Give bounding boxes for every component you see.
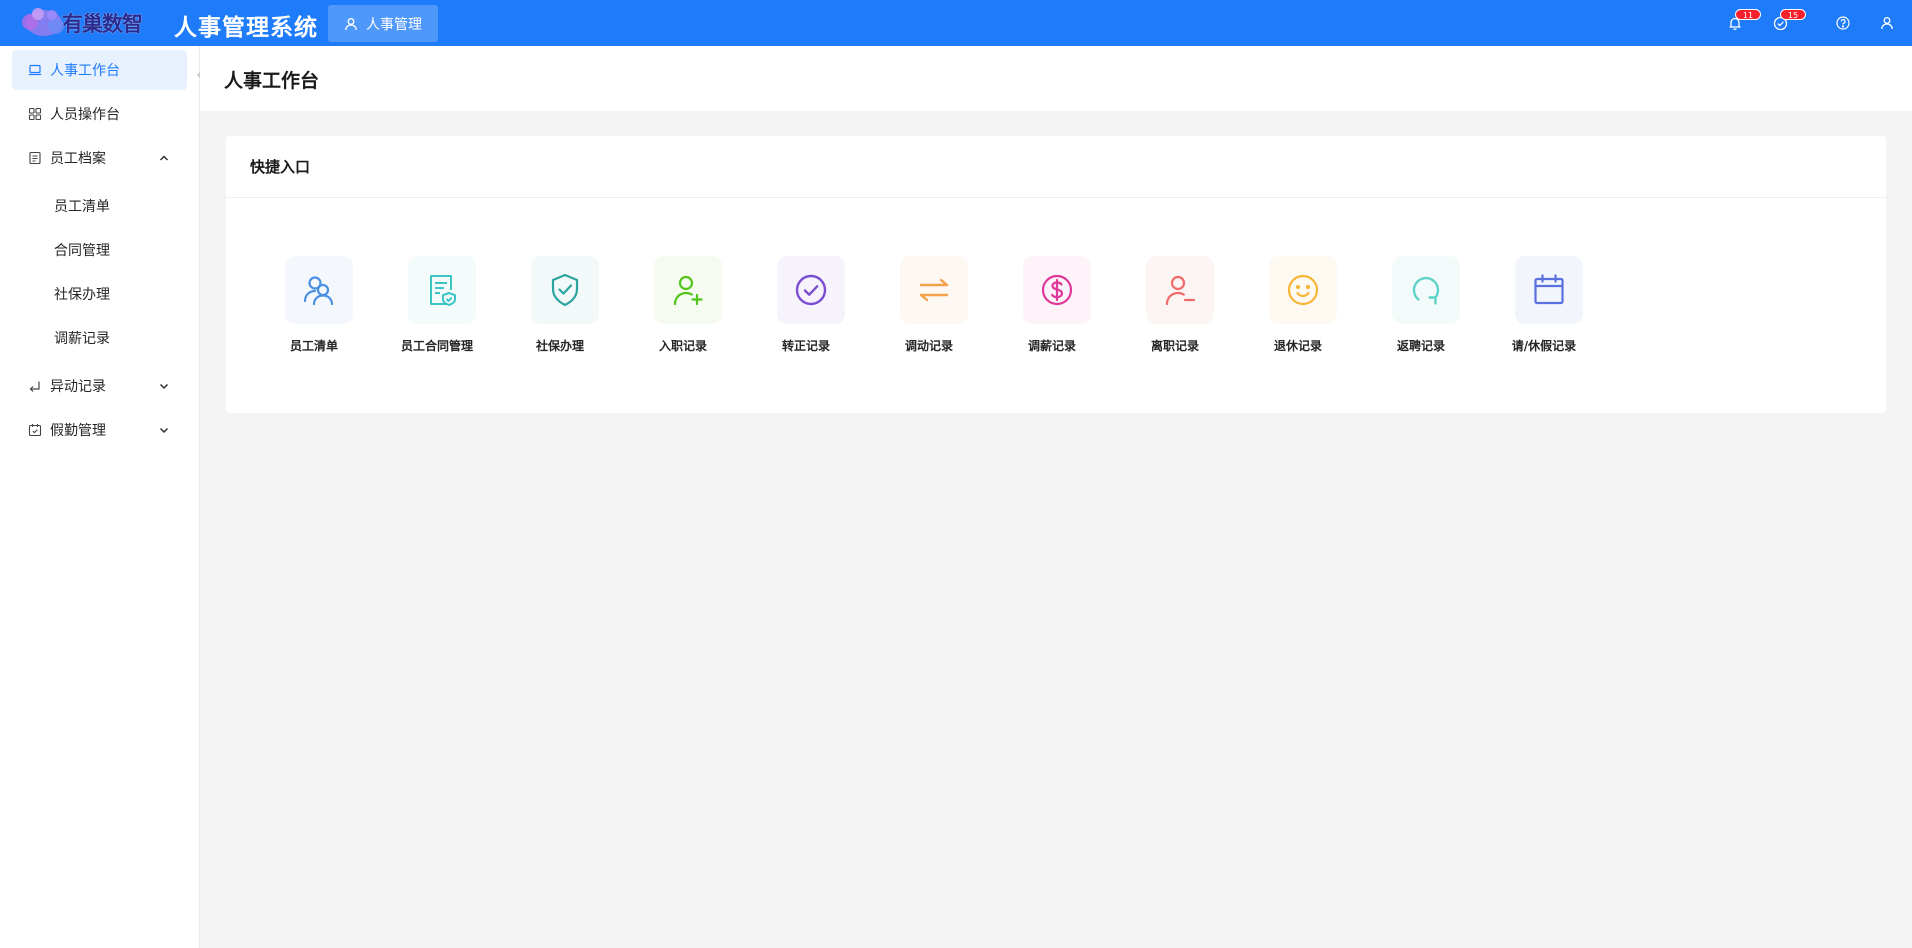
user-remove-icon: [1165, 275, 1196, 306]
sidebar-item-leave-attendance[interactable]: 假勤管理: [12, 410, 187, 450]
shortcut-label: 入职记录: [658, 339, 707, 353]
grid-icon: [28, 107, 42, 121]
shortcut-label: 离职记录: [1150, 339, 1199, 353]
contract-icon: [430, 275, 456, 306]
shortcut-onboarding-records[interactable]: 入职记录: [628, 256, 738, 356]
shortcut-label: 调动记录: [904, 339, 953, 353]
sidebar-item-label: 异动记录: [50, 379, 106, 395]
shortcut-label: 返聘记录: [1396, 339, 1445, 353]
tile: [1392, 256, 1460, 324]
page-header: 人事工作台: [200, 46, 1912, 111]
shield-check-icon: [551, 273, 579, 307]
smile-icon: [1287, 274, 1319, 306]
shortcut-label: 退休记录: [1273, 339, 1322, 353]
notifications-badge: 11: [1735, 9, 1761, 20]
tile: [408, 256, 476, 324]
user-icon: [1881, 17, 1893, 30]
cloud-logo-icon: [14, 2, 70, 44]
refresh-icon: [1412, 276, 1440, 305]
tasks-button[interactable]: 15: [1770, 9, 1806, 33]
sidebar-item-label: 人员操作台: [50, 107, 120, 123]
sidebar-subitem-salary-adjustment[interactable]: 调薪记录: [12, 318, 187, 358]
shortcut-resignation-records[interactable]: 离职记录: [1120, 256, 1230, 356]
module-tab-hr[interactable]: 人事管理: [328, 5, 438, 42]
sidebar-item-employee-files[interactable]: 员工档案: [12, 138, 187, 178]
page-title: 人事工作台: [224, 70, 320, 92]
card-header: 快捷入口: [226, 136, 1886, 198]
system-title: 人事管理系统: [174, 15, 318, 41]
sidebar-item-label: 人事工作台: [50, 63, 120, 79]
sidebar: 人事工作台 人员操作台 员工档案 员工清单 合同管理 社保办理 调薪记录 异动记…: [0, 46, 200, 948]
tile: [285, 256, 353, 324]
chevron-up-icon: [159, 155, 169, 161]
shortcut-social-security[interactable]: 社保办理: [505, 256, 615, 356]
notifications-button[interactable]: 11: [1725, 9, 1761, 33]
shortcut-transfer-records[interactable]: 调动记录: [874, 256, 984, 356]
help-button[interactable]: [1833, 13, 1853, 33]
shortcut-label: 请/休假记录: [1511, 339, 1577, 353]
chevron-down-icon: [159, 427, 169, 434]
tile: [654, 256, 722, 324]
file-icon: [28, 151, 42, 165]
sidebar-item-label: 员工档案: [50, 151, 106, 167]
shortcut-label: 员工清单: [289, 339, 338, 353]
card-title: 快捷入口: [250, 158, 311, 176]
shortcut-salary-records[interactable]: 调薪记录: [997, 256, 1107, 356]
top-bar: 有巢数智 人事管理系统 人事管理 11 15: [0, 0, 1912, 46]
calendar-check-icon: [28, 423, 42, 437]
tile: [1515, 256, 1583, 324]
sidebar-item-hr-workbench[interactable]: 人事工作台: [12, 50, 187, 90]
shortcut-leave-records[interactable]: 请/休假记录: [1489, 256, 1599, 356]
laptop-icon: [28, 63, 42, 77]
shortcut-contract-management[interactable]: 员工合同管理: [382, 256, 492, 356]
sidebar-subitem-contract-management[interactable]: 合同管理: [12, 230, 187, 270]
brand-logo[interactable]: 有巢数智: [14, 2, 143, 44]
sidebar-item-staff-console[interactable]: 人员操作台: [12, 94, 187, 134]
user-menu-button[interactable]: [1877, 13, 1897, 33]
user-icon: [345, 17, 357, 30]
shortcut-employee-list[interactable]: 员工清单: [259, 256, 369, 356]
tasks-badge: 15: [1780, 9, 1806, 20]
check-circle-icon: [795, 274, 827, 306]
tile: [777, 256, 845, 324]
dollar-icon: [1041, 274, 1073, 306]
shortcut-label: 社保办理: [535, 339, 584, 353]
shortcut-retirement-records[interactable]: 退休记录: [1243, 256, 1353, 356]
quick-entry-card: 快捷入口 员工清单 员工合同管理 社保办理 入职记录 转正记录 调动记录 调薪记…: [226, 136, 1886, 413]
tile: [1023, 256, 1091, 324]
users-icon: [303, 276, 334, 306]
tile: [1146, 256, 1214, 324]
sidebar-subitem-social-security[interactable]: 社保办理: [12, 274, 187, 314]
module-tab-label: 人事管理: [366, 16, 422, 33]
tile: [531, 256, 599, 324]
transfer-icon: [919, 278, 949, 302]
calendar-icon: [1534, 274, 1564, 305]
brand-name: 有巢数智: [62, 12, 143, 36]
sidebar-item-label: 假勤管理: [50, 423, 106, 439]
shortcut-label: 员工合同管理: [400, 339, 473, 353]
shortcut-label: 转正记录: [781, 339, 830, 353]
shortcut-rehire-records[interactable]: 返聘记录: [1366, 256, 1476, 356]
tile: [900, 256, 968, 324]
sidebar-item-change-records[interactable]: 异动记录: [12, 366, 187, 406]
user-add-icon: [673, 275, 703, 306]
help-icon: [1836, 16, 1850, 30]
turn-arrow-icon: [28, 379, 42, 393]
shortcut-label: 调薪记录: [1027, 339, 1076, 353]
sidebar-subitem-employee-list[interactable]: 员工清单: [12, 186, 187, 226]
shortcut-probation-records[interactable]: 转正记录: [751, 256, 861, 356]
tile: [1269, 256, 1337, 324]
chevron-down-icon: [159, 383, 169, 390]
